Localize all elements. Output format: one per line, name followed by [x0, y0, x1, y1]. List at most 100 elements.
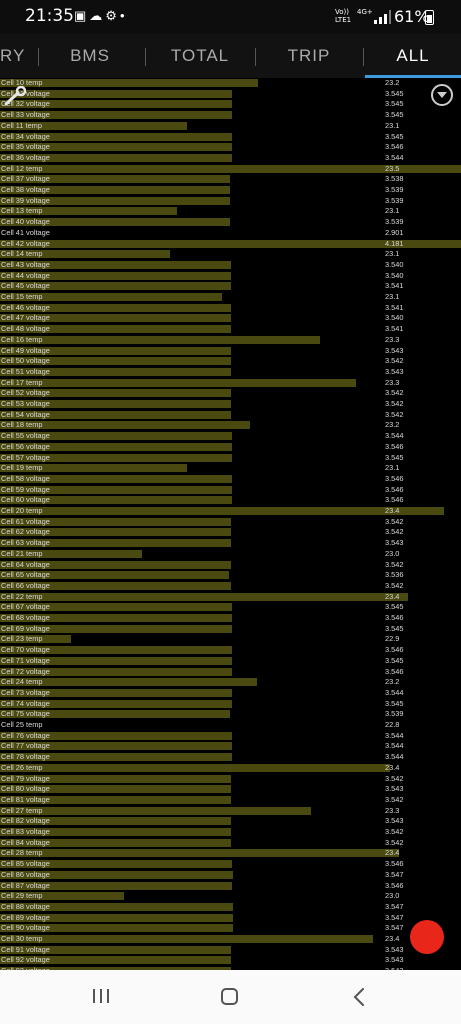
list-item: Cell 54 voltage 3.542	[0, 410, 461, 421]
cell-label: Cell 62 voltage	[1, 527, 50, 537]
dropdown-toggle-icon[interactable]	[431, 84, 453, 106]
tab-all[interactable]: ALL	[365, 34, 461, 78]
tab-summary[interactable]: RY	[0, 34, 36, 78]
cell-label: Cell 67 voltage	[1, 602, 50, 612]
cell-value: 3.546	[385, 495, 404, 505]
cell-label: Cell 57 voltage	[1, 452, 50, 462]
cell-value: 3.540	[385, 259, 404, 269]
recents-icon[interactable]	[92, 989, 110, 1003]
tab-trip[interactable]: TRIP	[257, 34, 361, 78]
list-item: Cell 35 voltage 3.546	[0, 142, 461, 153]
cell-value: 4.181	[385, 238, 404, 248]
cell-label: Cell 88 voltage	[1, 901, 50, 911]
cell-value: 3.541	[385, 281, 404, 291]
cell-label: Cell 50 voltage	[1, 356, 50, 366]
back-icon[interactable]	[352, 988, 366, 1006]
cell-value: 3.540	[385, 270, 404, 280]
cell-label: Cell 61 voltage	[1, 516, 50, 526]
list-item: Cell 10 temp 23.2	[0, 78, 461, 89]
cell-value: 3.542	[385, 356, 404, 366]
tab-bms[interactable]: BMS	[40, 34, 140, 78]
cell-label: Cell 66 voltage	[1, 580, 50, 590]
cell-label: Cell 59 voltage	[1, 484, 50, 494]
list-item: Cell 36 voltage 3.544	[0, 153, 461, 164]
list-item: Cell 82 voltage 3.543	[0, 816, 461, 827]
tab-divider	[255, 48, 256, 66]
cell-value: 3.541	[385, 324, 404, 334]
cell-label: Cell 40 voltage	[1, 217, 50, 227]
cell-value: 3.546	[385, 666, 404, 676]
network-gen: 4G+	[357, 8, 373, 16]
cell-value: 3.541	[385, 302, 404, 312]
list-item: Cell 21 temp 23.0	[0, 549, 461, 560]
cell-label: Cell 16 temp	[1, 334, 43, 344]
list-item: Cell 51 voltage 3.543	[0, 367, 461, 378]
cell-value: 3.546	[385, 473, 404, 483]
cell-label: Cell 18 temp	[1, 420, 43, 430]
list-item: Cell 74 voltage 3.545	[0, 699, 461, 710]
list-item: Cell 56 voltage 3.546	[0, 442, 461, 453]
list-item: Cell 72 voltage 3.546	[0, 667, 461, 678]
cell-value: 3.544	[385, 152, 404, 162]
cell-data-list[interactable]: Cell 10 temp 23.2 Cell 31 voltage 3.545 Cell…	[0, 78, 461, 970]
cell-value: 3.542	[385, 827, 404, 836]
cell-label: Cell 47 voltage	[1, 313, 50, 323]
tab-divider	[363, 48, 364, 66]
cell-value: 3.543	[385, 944, 404, 954]
record-button[interactable]	[410, 920, 444, 954]
cell-label: Cell 86 voltage	[1, 869, 50, 879]
gallery-icon: ▣	[74, 8, 90, 23]
cell-value: 22.8	[385, 720, 400, 729]
cell-label: Cell 46 voltage	[1, 302, 50, 312]
value-bar	[0, 763, 390, 772]
list-item: Cell 75 voltage 3.539	[0, 709, 461, 720]
cell-label: Cell 71 voltage	[1, 655, 50, 665]
dot-icon: •	[119, 8, 128, 23]
cell-label: Cell 65 voltage	[1, 570, 50, 580]
cell-label: Cell 78 voltage	[1, 752, 50, 762]
cell-label: Cell 48 voltage	[1, 324, 50, 334]
cell-label: Cell 89 voltage	[1, 912, 50, 922]
list-item: Cell 66 voltage 3.542	[0, 581, 461, 592]
wrench-icon[interactable]	[4, 86, 30, 106]
list-item: Cell 59 voltage 3.546	[0, 485, 461, 496]
list-item: Cell 45 voltage 3.541	[0, 281, 461, 292]
cell-label: Cell 20 temp	[1, 506, 43, 515]
cell-value: 3.547	[385, 901, 404, 911]
value-bar	[0, 806, 312, 815]
cell-label: Cell 76 voltage	[1, 730, 50, 740]
cell-label: Cell 25 temp	[1, 720, 43, 729]
list-item: Cell 68 voltage 3.546	[0, 613, 461, 624]
cell-value: 3.542	[385, 409, 404, 419]
cell-value: 3.545	[385, 131, 404, 141]
list-item: Cell 31 voltage 3.545	[0, 89, 461, 100]
tab-divider	[145, 48, 146, 66]
cell-value: 3.545	[385, 623, 404, 633]
cell-label: Cell 17 temp	[1, 377, 43, 387]
list-item: Cell 85 voltage 3.546	[0, 859, 461, 870]
list-item: Cell 41 voltage 2.901	[0, 228, 461, 239]
cell-value: 22.9	[385, 634, 400, 644]
cell-value: 3.543	[385, 816, 404, 826]
list-item: Cell 89 voltage 3.547	[0, 913, 461, 924]
cell-value: 3.543	[385, 366, 404, 376]
cell-value: 3.545	[385, 99, 404, 109]
cell-label: Cell 82 voltage	[1, 816, 50, 826]
list-item: Cell 39 voltage 3.539	[0, 196, 461, 207]
list-item: Cell 49 voltage 3.543	[0, 346, 461, 357]
list-item: Cell 11 temp 23.1	[0, 121, 461, 132]
list-item: Cell 25 temp 22.8	[0, 720, 461, 731]
cell-label: Cell 45 voltage	[1, 281, 50, 291]
tab-total[interactable]: TOTAL	[147, 34, 253, 78]
cell-value: 3.544	[385, 741, 404, 751]
cell-value: 23.3	[385, 377, 400, 387]
list-item: Cell 55 voltage 3.544	[0, 431, 461, 442]
list-item: Cell 15 temp 23.1	[0, 292, 461, 303]
value-bar	[0, 592, 408, 601]
list-item: Cell 86 voltage 3.547	[0, 870, 461, 881]
list-item: Cell 44 voltage 3.540	[0, 271, 461, 282]
cell-value: 23.2	[385, 78, 400, 87]
list-item: Cell 28 temp 23.4	[0, 848, 461, 859]
list-item: Cell 84 voltage 3.542	[0, 838, 461, 849]
home-icon[interactable]	[221, 988, 238, 1005]
